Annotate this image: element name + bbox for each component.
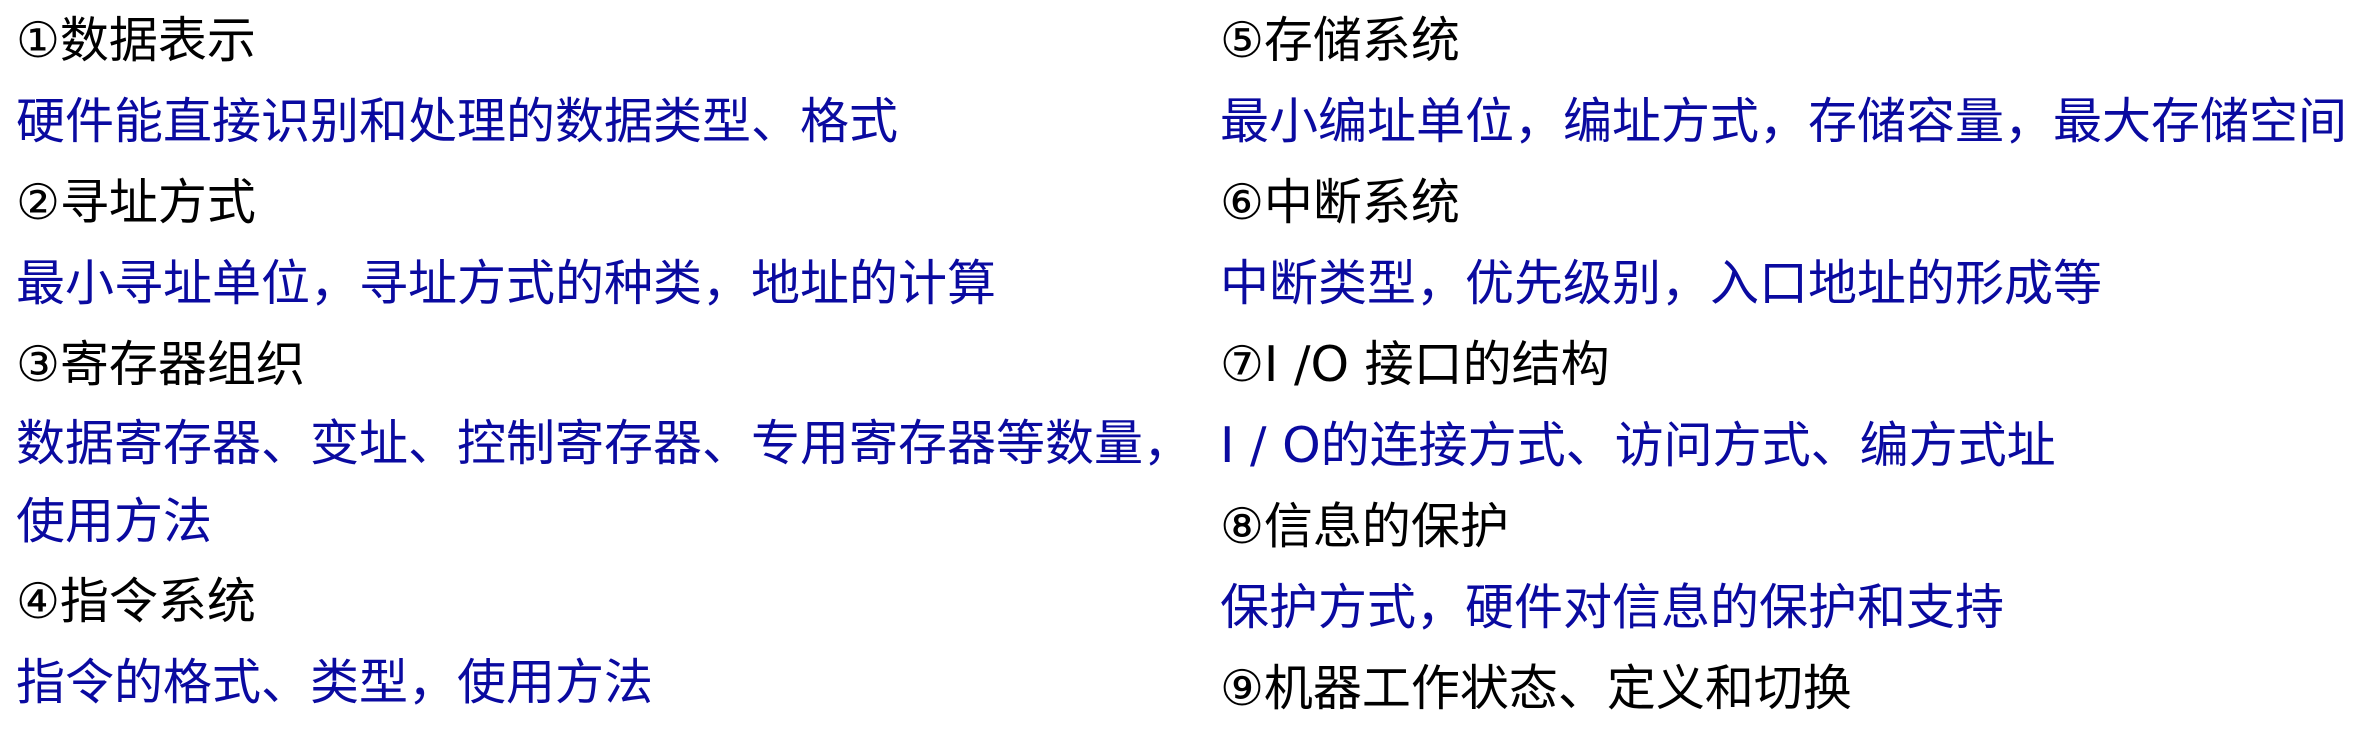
item-heading-machine-state: ⑨机器工作状态、定义和切换 — [1220, 660, 1852, 717]
item-heading-interrupt-system: ⑥中断系统 — [1220, 174, 1460, 231]
item-desc-data-representation: 硬件能直接识别和处理的数据类型、格式 — [16, 93, 899, 150]
item-heading-register-organization: ③寄存器组织 — [16, 336, 305, 393]
item-heading-information-protection: ⑧信息的保护 — [1220, 498, 1509, 555]
item-desc-io-interface: I / O的连接方式、访问方式、编方式址 — [1220, 417, 2056, 474]
item-heading-io-interface: ⑦I /O 接口的结构 — [1220, 336, 1610, 393]
item-desc-storage-system: 最小编址单位，编址方式，存储容量，最大存储空间 — [1220, 93, 2348, 150]
right-column: ⑤存储系统 最小编址单位，编址方式，存储容量，最大存储空间 ⑥中断系统 中断类型… — [1220, 0, 2350, 729]
item-heading-data-representation: ①数据表示 — [16, 12, 256, 69]
item-heading-addressing-mode: ②寻址方式 — [16, 174, 256, 231]
item-desc-addressing-mode: 最小寻址单位，寻址方式的种类，地址的计算 — [16, 255, 997, 312]
item-desc-interrupt-system: 中断类型，优先级别，入口地址的形成等 — [1220, 255, 2103, 312]
item-heading-storage-system: ⑤存储系统 — [1220, 12, 1460, 69]
item-heading-instruction-set: ④指令系统 — [16, 573, 256, 630]
item-desc-information-protection: 保护方式，硬件对信息的保护和支持 — [1220, 579, 2005, 636]
item-desc-instruction-set: 指令的格式、类型，使用方法 — [16, 654, 654, 711]
left-column: ①数据表示 硬件能直接识别和处理的数据类型、格式 ②寻址方式 最小寻址单位，寻址… — [16, 0, 1196, 723]
item-desc-register-organization: 数据寄存器、变址、控制寄存器、专用寄存器等数量，使用方法 — [16, 415, 1193, 550]
